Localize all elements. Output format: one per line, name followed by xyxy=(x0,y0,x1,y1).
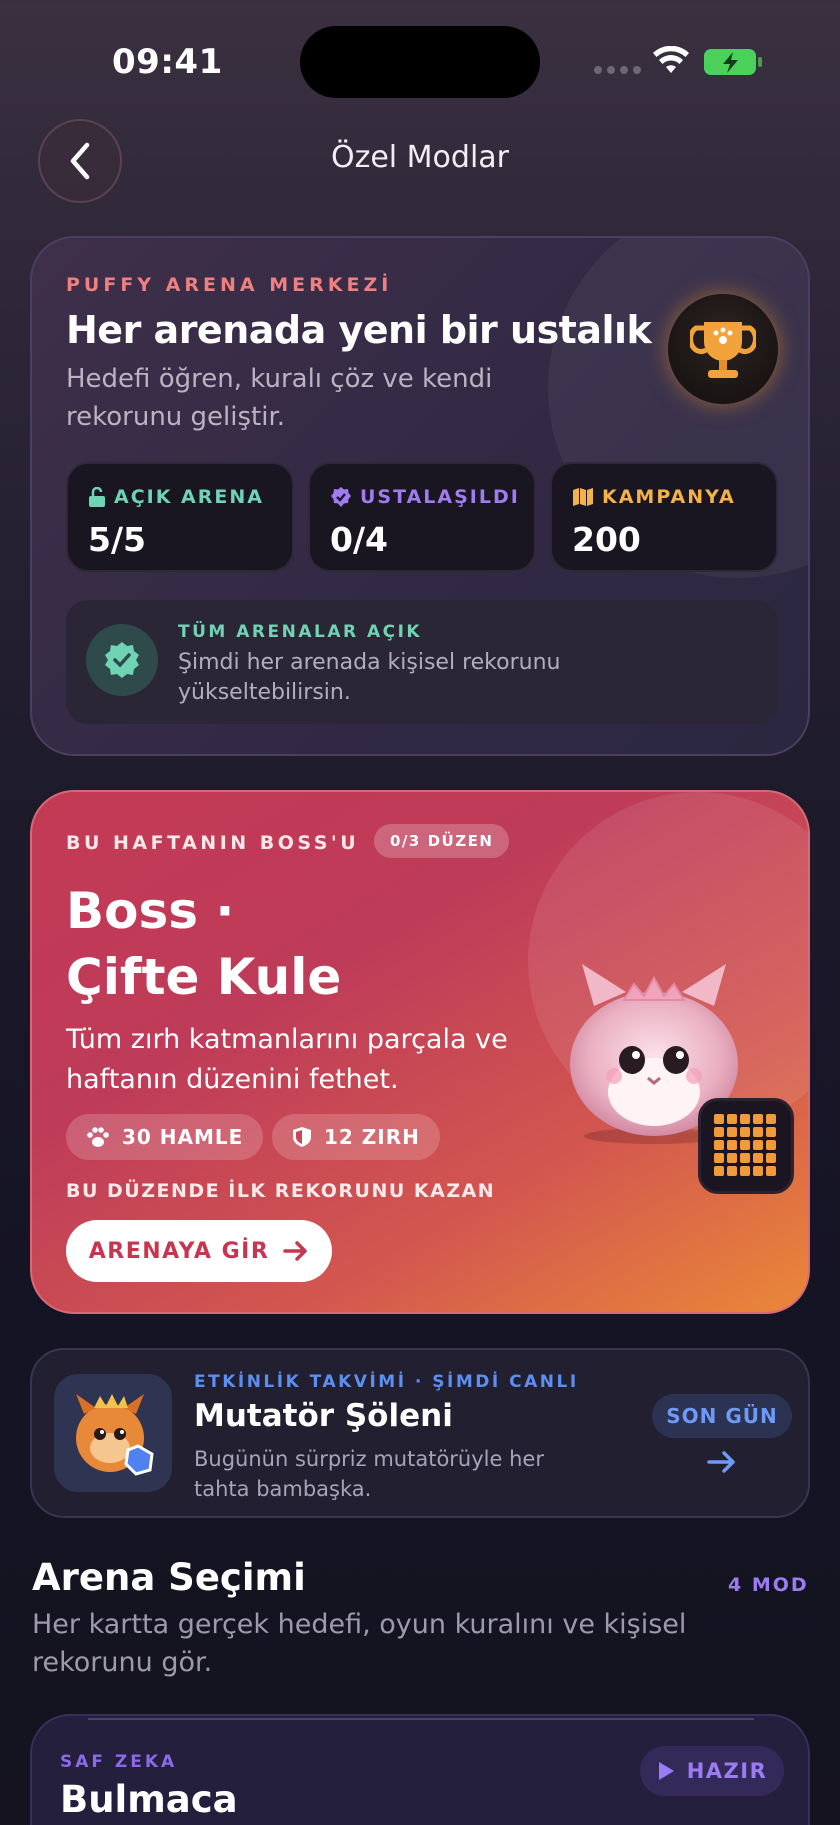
hub-title: Her arenada yeni bir ustalık xyxy=(66,308,652,352)
stat-label-text: KAMPANYA xyxy=(602,486,736,508)
event-thumbnail xyxy=(54,1374,172,1492)
arrow-right-icon[interactable] xyxy=(706,1450,738,1474)
arena-hub-card: PUFFY ARENA MERKEZİ Her arenada yeni bir… xyxy=(30,236,810,756)
stat-label-text: USTALAŞILDI xyxy=(360,486,520,508)
weekly-boss-card[interactable]: BU HAFTANIN BOSS'U 0/3 DÜZEN Boss · Çift… xyxy=(30,790,810,1314)
ready-label: HAZIR xyxy=(686,1759,768,1783)
enter-arena-label: ARENAYA GİR xyxy=(88,1238,270,1264)
mode-count: 4 MOD xyxy=(728,1574,809,1596)
stat-open-arena-value: 5/5 xyxy=(88,520,146,559)
armor-chip: 12 ZIRH xyxy=(272,1114,440,1160)
stat-open-arena: AÇIK ARENA 5/5 xyxy=(66,462,294,572)
moves-chip: 30 HAMLE xyxy=(66,1114,264,1160)
stat-mastered-value: 0/4 xyxy=(330,520,388,559)
verified-badge-icon xyxy=(331,487,351,507)
stat-open-arena-label: AÇIK ARENA xyxy=(88,486,264,508)
boss-progress-pill: 0/3 DÜZEN xyxy=(374,824,510,858)
map-icon xyxy=(573,488,593,506)
play-icon xyxy=(658,1762,674,1780)
status-time: 09:41 xyxy=(112,42,223,82)
battery-charging-icon xyxy=(704,49,762,75)
hub-eyebrow: PUFFY ARENA MERKEZİ xyxy=(66,274,393,296)
notice-text: Şimdi her arenada kişisel rekorunu yükse… xyxy=(178,650,561,705)
chip-label: 30 HAMLE xyxy=(122,1125,244,1149)
stat-mastered-label: USTALAŞILDI xyxy=(330,486,520,508)
ready-status-pill[interactable]: HAZIR xyxy=(640,1746,784,1796)
notice-title: TÜM ARENALAR AÇIK xyxy=(178,622,423,642)
boss-title: Boss · Çifte Kule xyxy=(66,878,341,1010)
wifi-icon xyxy=(653,46,689,73)
event-title: Mutatör Şöleni xyxy=(194,1398,453,1434)
checkmark-seal-icon xyxy=(86,624,158,696)
boss-title-line1: Boss · xyxy=(66,882,235,940)
event-calendar-card[interactable]: ETKİNLİK TAKVİMİ · ŞİMDİ CANLI Mutatör Ş… xyxy=(30,1348,810,1518)
chip-label: 12 ZIRH xyxy=(324,1125,420,1149)
section-title: Arena Seçimi xyxy=(32,1556,306,1599)
section-subtitle: Her kartta gerçek hedefi, oyun kuralını … xyxy=(32,1609,687,1678)
status-bar: 09:41 xyxy=(0,0,840,120)
boss-eyebrow: BU HAFTANIN BOSS'U xyxy=(66,832,360,854)
cellular-signal-icon xyxy=(594,66,641,74)
stat-campaign: KAMPANYA 200 xyxy=(550,462,778,572)
dynamic-island xyxy=(300,26,540,98)
stat-campaign-label: KAMPANYA xyxy=(572,486,736,508)
mode-eyebrow: SAF ZEKA xyxy=(60,1752,178,1772)
arrow-right-icon xyxy=(283,1241,308,1261)
event-eyebrow: ETKİNLİK TAKVİMİ · ŞİMDİ CANLI xyxy=(194,1372,579,1392)
shield-icon xyxy=(293,1127,311,1147)
enter-arena-button[interactable]: ARENAYA GİR xyxy=(66,1220,332,1282)
all-arenas-open-notice: TÜM ARENALAR AÇIK Şimdi her arenada kişi… xyxy=(66,600,778,724)
paw-icon xyxy=(87,1127,109,1147)
stat-label-text: AÇIK ARENA xyxy=(114,486,264,508)
mode-card-puzzle[interactable]: SAF ZEKA Bulmaca HAZIR xyxy=(30,1714,810,1825)
hub-subtitle: Hedefi öğren, kuralı çöz ve kendi rekoru… xyxy=(66,364,493,432)
boss-reward-text: BU DÜZENDE İLK REKORUNU KAZAN xyxy=(66,1180,496,1202)
trophy-icon xyxy=(668,294,778,404)
stat-campaign-value: 200 xyxy=(572,520,641,559)
stat-mastered: USTALAŞILDI 0/4 xyxy=(308,462,536,572)
card-highlight-line xyxy=(88,1718,754,1720)
boss-title-line2: Çifte Kule xyxy=(66,948,342,1006)
unlock-icon xyxy=(89,487,105,507)
page-title: Özel Modlar xyxy=(330,140,510,175)
last-day-badge: SON GÜN xyxy=(652,1394,792,1438)
event-description: Bugünün sürpriz mutatörüyle her tahta ba… xyxy=(194,1447,544,1501)
boss-description: Tüm zırh katmanlarını parçala ve haftanı… xyxy=(66,1024,508,1095)
grid-board-icon xyxy=(698,1098,794,1194)
mode-title: Bulmaca xyxy=(60,1778,238,1821)
mutator-creature-image xyxy=(76,1394,154,1476)
